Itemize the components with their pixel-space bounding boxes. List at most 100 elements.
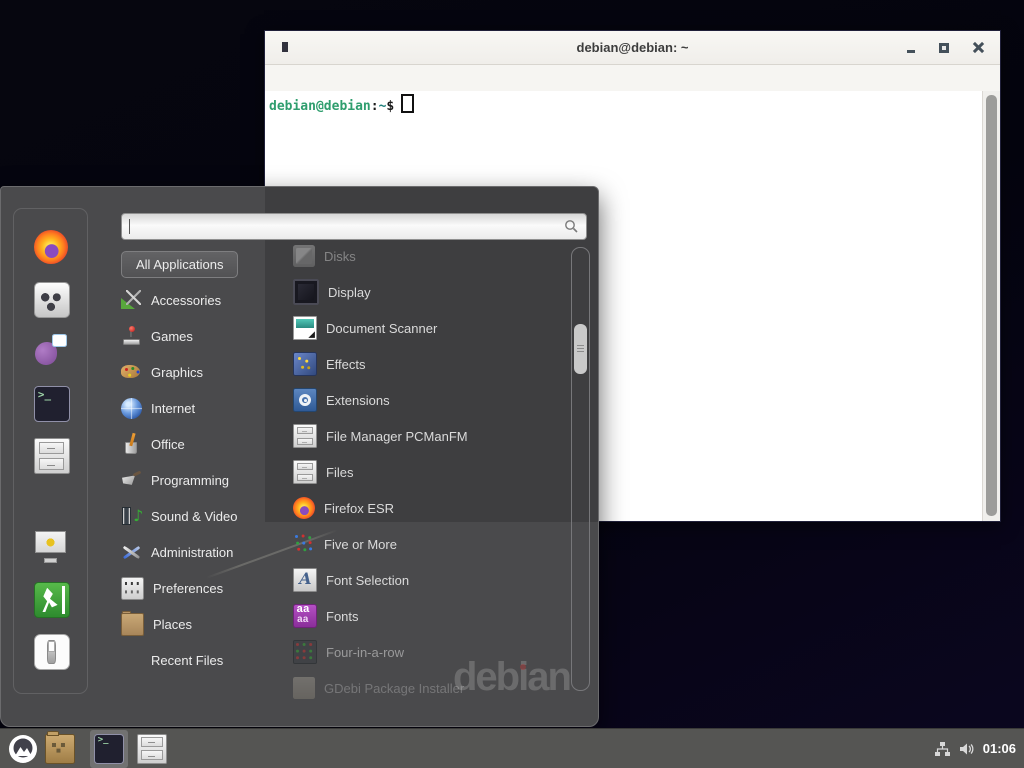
close-button[interactable]	[973, 42, 984, 53]
category-label: All Applications	[136, 257, 223, 272]
application-four-in-a-row[interactable]: Four-in-a-row	[293, 634, 565, 670]
category-label: Programming	[151, 473, 229, 488]
application-label: Firefox ESR	[324, 501, 394, 516]
application-label: Fonts	[326, 609, 359, 624]
category-label: Preferences	[153, 581, 223, 596]
category-label: Sound & Video	[151, 509, 238, 524]
category-recent-files[interactable]: Recent Files	[121, 642, 289, 678]
category-preferences[interactable]: Preferences	[121, 570, 289, 606]
application-icon	[293, 352, 317, 376]
application-extensions[interactable]: Extensions	[293, 382, 565, 418]
prompt-dollar: $	[386, 99, 394, 114]
favorite-icon	[34, 634, 70, 670]
category-office[interactable]: Office	[121, 426, 289, 462]
category-icon	[121, 542, 142, 563]
favorite-icon	[34, 582, 70, 618]
category-sound-video[interactable]: Sound & Video	[121, 498, 289, 534]
prompt-user-host: debian@debian	[269, 99, 371, 114]
application-icon	[293, 677, 315, 699]
favorite-software[interactable]	[34, 282, 68, 316]
application-document-scanner[interactable]: Document Scanner	[293, 310, 565, 346]
minimize-button[interactable]	[907, 50, 915, 53]
terminal-cursor	[401, 94, 414, 113]
terminal-launcher[interactable]	[90, 730, 128, 768]
network-icon[interactable]	[934, 741, 951, 757]
application-icon	[293, 497, 315, 519]
category-all-applications[interactable]: All Applications	[121, 246, 289, 282]
maximize-button[interactable]	[939, 43, 949, 53]
window-icon	[282, 42, 288, 52]
application-icon	[293, 424, 317, 448]
application-label: Extensions	[326, 393, 390, 408]
application-fonts[interactable]: Fonts	[293, 598, 565, 634]
favorite-pidgin[interactable]	[34, 334, 68, 368]
favorite-icon	[34, 230, 68, 264]
application-label: Files	[326, 465, 353, 480]
apps-scrollbar-thumb[interactable]	[574, 324, 587, 374]
folder-icon	[45, 734, 75, 764]
category-label: Accessories	[151, 293, 221, 308]
favorite-terminal[interactable]	[34, 386, 68, 420]
category-icon	[121, 506, 142, 527]
desktop: debian@debian: ~ debian@debian:~$ debian	[0, 0, 1024, 768]
terminal-menubar	[265, 65, 1000, 92]
application-firefox-esr[interactable]: Firefox ESR	[293, 490, 565, 526]
favorite-icon	[34, 386, 70, 422]
category-label: Internet	[151, 401, 195, 416]
category-label: Games	[151, 329, 193, 344]
menu-button[interactable]	[8, 734, 38, 764]
terminal-titlebar[interactable]: debian@debian: ~	[265, 31, 1000, 65]
favorite-lock-screen[interactable]	[34, 530, 68, 564]
application-menu: debian	[0, 186, 599, 727]
application-label: Display	[328, 285, 371, 300]
category-label: Places	[153, 617, 192, 632]
favorite-icon	[34, 334, 68, 368]
category-icon	[121, 398, 142, 419]
text-caret	[129, 219, 130, 234]
application-effects[interactable]: Effects	[293, 346, 565, 382]
category-icon	[121, 290, 142, 311]
window-controls	[907, 31, 984, 64]
application-files[interactable]: Files	[293, 454, 565, 490]
application-label: Document Scanner	[326, 321, 437, 336]
search-input[interactable]	[121, 213, 587, 240]
application-display[interactable]: Display	[293, 274, 565, 310]
category-accessories[interactable]: Accessories	[121, 282, 289, 318]
terminal-scrollbar[interactable]	[982, 91, 1000, 521]
apps-scrollbar[interactable]	[571, 247, 590, 691]
category-administration[interactable]: Administration	[121, 534, 289, 570]
favorite-firefox[interactable]	[34, 230, 68, 264]
system-tray: 01:06	[934, 741, 1016, 757]
application-file-manager-pcmanfm[interactable]: File Manager PCManFM	[293, 418, 565, 454]
category-label: Administration	[151, 545, 233, 560]
window-title: debian@debian: ~	[577, 40, 689, 55]
favorites-sidebar	[13, 208, 88, 694]
category-internet[interactable]: Internet	[121, 390, 289, 426]
category-places[interactable]: Places	[121, 606, 289, 642]
category-label: Recent Files	[151, 653, 223, 668]
file-cabinet-icon	[137, 734, 167, 764]
favorite-icon	[34, 438, 70, 474]
menu-search	[121, 213, 587, 240]
category-graphics[interactable]: Graphics	[121, 354, 289, 390]
favorite-shutdown[interactable]	[34, 634, 68, 668]
terminal-scrollbar-thumb[interactable]	[986, 95, 997, 516]
category-games[interactable]: Games	[121, 318, 289, 354]
file-manager-launcher[interactable]	[45, 734, 75, 764]
favorite-log-out[interactable]	[34, 582, 68, 616]
clock[interactable]: 01:06	[983, 741, 1016, 756]
files-launcher[interactable]	[137, 734, 167, 764]
application-label: Disks	[324, 249, 356, 264]
application-five-or-more[interactable]: Five or More	[293, 526, 565, 562]
favorite-file-manager[interactable]	[34, 438, 68, 472]
category-programming[interactable]: Programming	[121, 462, 289, 498]
category-label: Graphics	[151, 365, 203, 380]
terminal-icon	[94, 734, 124, 764]
application-list: Disks Display Document Scanner Effects E…	[293, 238, 565, 706]
application-gdebi-package-installer[interactable]: GDebi Package Installer	[293, 670, 565, 706]
application-disks[interactable]: Disks	[293, 238, 565, 274]
application-font-selection[interactable]: Font Selection	[293, 562, 565, 598]
category-icon	[121, 326, 142, 347]
volume-icon[interactable]	[959, 741, 975, 757]
prompt-colon: :	[371, 99, 379, 114]
